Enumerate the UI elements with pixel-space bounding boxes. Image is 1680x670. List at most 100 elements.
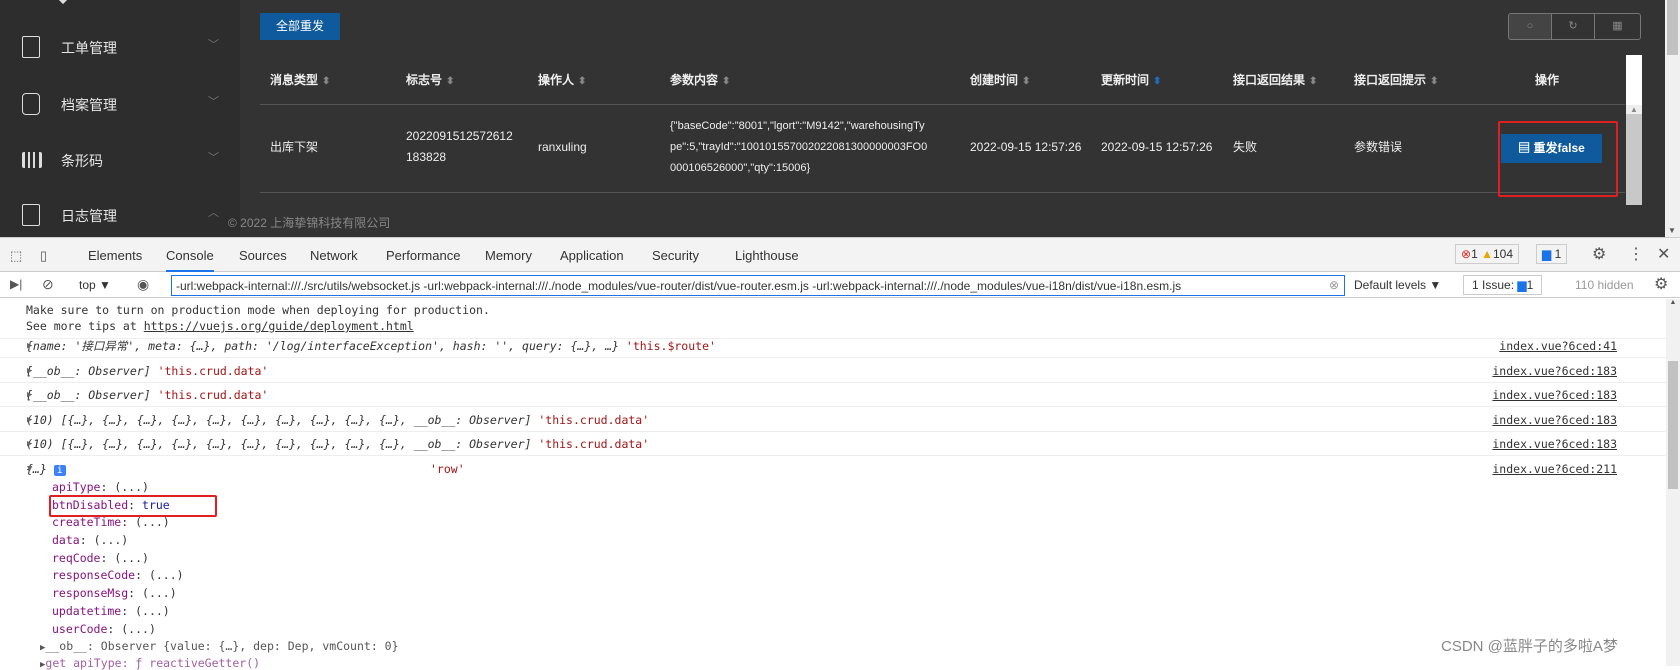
col-create-time[interactable]: 创建时间 ⬍ [970,71,1030,88]
issues-counter[interactable]: ▆ 1 [1536,244,1568,264]
expand-triangle-icon[interactable]: ▶ [27,432,32,456]
devtools-tabbar: ⬚ ▯ Elements Console Sources Network Per… [0,238,1680,272]
highlight-box [49,495,217,517]
settings-gear-icon[interactable]: ⚙ [1592,244,1606,264]
source-link[interactable]: index.vue?6ced:183 [1492,359,1617,383]
sidebar-item-barcode[interactable]: 条形码 ﹀ [0,139,240,179]
object-property: reqCode: (...) [52,551,149,565]
sidebar-item-logs[interactable]: 日志管理 ︿ [0,194,240,234]
sidebar-item-archives[interactable]: 档案管理 ﹀ [0,83,240,123]
inspect-icon[interactable]: ⬚ [10,248,22,264]
info-icon[interactable]: i [53,465,66,476]
source-link[interactable]: index.vue?6ced:183 [1492,432,1617,456]
sidebar-item-work-orders[interactable]: 工单管理 ﹀ [0,26,240,66]
chevron-up-icon: ︿ [208,207,219,219]
close-icon[interactable]: ✕ [1657,244,1670,264]
cell-update-time: 2022-09-15 12:57:26 [1101,140,1213,154]
page-scrollbar[interactable]: ▼ [1665,0,1680,237]
context-select[interactable]: top ▼ [79,278,111,292]
console-log-row[interactable]: ▶ [__ob__: Observer] 'this.crud.data' inde… [0,383,1666,407]
sort-icon[interactable]: ⬍ [722,76,730,87]
col-update-time[interactable]: 更新时间 ⬍ [1101,71,1161,88]
console-filter-input[interactable]: -url:webpack-internal:///./src/utils/web… [171,275,1345,296]
resend-all-button[interactable]: 全部重发 [260,13,340,40]
source-link[interactable]: index.vue?6ced:211 [1492,457,1617,481]
tab-performance[interactable]: Performance [386,248,460,263]
sort-icon[interactable]: ⬍ [578,76,586,87]
sidebar-toggle-icon[interactable]: ▶| [10,277,22,291]
warning-icon: ▲ [1481,247,1493,261]
collapse-triangle-icon[interactable]: ▼ [27,457,32,481]
table-scrollbar[interactable]: ▲ [1626,105,1642,205]
more-options-icon[interactable]: ⋮ [1628,244,1644,264]
clear-console-icon[interactable]: ⊘ [42,276,54,293]
console-settings-icon[interactable]: ⚙ [1654,274,1668,294]
menu-icon [55,0,71,5]
console-scrollbar[interactable]: ▲ [1666,299,1680,666]
console-log-row[interactable]: ▶ (10) [{…}, {…}, {…}, {…}, {…}, {…}, {…}… [0,432,1666,456]
col-id[interactable]: 标志号 ⬍ [406,71,454,88]
search-icon[interactable]: ○ [1508,13,1552,40]
object-property: responseMsg: (...) [52,586,177,600]
hidden-count: 110 hidden [1575,278,1634,292]
tab-network[interactable]: Network [310,248,358,263]
object-property: data: (...) [52,533,129,547]
expand-triangle-icon[interactable]: ▶ [27,408,32,432]
cell-operator: ranxuling [538,140,587,154]
sort-icon[interactable]: ⬍ [446,76,454,87]
tab-memory[interactable]: Memory [485,248,532,263]
observer-property[interactable]: ▶__ob__: Observer {value: {…}, dep: Dep,… [40,639,399,653]
refresh-icon[interactable]: ↻ [1551,13,1595,40]
col-message[interactable]: 接口返回提示 ⬍ [1354,71,1438,88]
chevron-down-icon: ﹀ [208,96,219,108]
expand-triangle-icon[interactable]: ▶ [27,383,32,407]
col-operator[interactable]: 操作人 ⬍ [538,71,586,88]
clear-filter-icon[interactable]: ⊗ [1329,278,1339,292]
tab-application[interactable]: Application [560,248,624,263]
object-property: responseCode: (...) [52,568,184,582]
issues-button[interactable]: 1 Issue: ▆1 [1463,275,1543,295]
error-icon: ⊗ [1461,247,1472,261]
source-link[interactable]: index.vue?6ced:183 [1492,408,1617,432]
console-log-row[interactable]: ▶ {name: '接口异常', meta: {…}, path: '/log/i… [0,334,1666,358]
issue-icon: ▆ [1542,247,1552,261]
devtools-panel: ⬚ ▯ Elements Console Sources Network Per… [0,237,1680,670]
console-log-row[interactable]: ▼ {…} i'row' index.vue?6ced:211 [0,457,1666,481]
sort-icon[interactable]: ⬍ [1022,76,1030,87]
cell-create-time: 2022-09-15 12:57:26 [970,140,1082,154]
live-expression-eye-icon[interactable]: ◉ [137,276,149,293]
col-params[interactable]: 参数内容 ⬍ [670,71,730,88]
sort-icon[interactable]: ⬍ [322,76,330,87]
barcode-icon [22,152,42,168]
getter-property[interactable]: ▶get apiType: ƒ reactiveGetter() [40,656,260,670]
device-toggle-icon[interactable]: ▯ [40,248,47,264]
expand-triangle-icon[interactable]: ▶ [27,359,32,383]
columns-icon[interactable]: ▦ [1594,13,1641,40]
header-gutter [1626,55,1642,105]
tab-lighthouse[interactable]: Lighthouse [735,248,799,263]
console-log-row[interactable]: ▶ (10) [{…}, {…}, {…}, {…}, {…}, {…}, {…}… [0,408,1666,432]
tab-console[interactable]: Console [166,248,214,272]
source-link[interactable]: index.vue?6ced:41 [1499,334,1617,358]
main-content: 全部重发 ○ ↻ ▦ 消息类型 ⬍ 标志号 ⬍ 操作人 ⬍ 参数内容 ⬍ 创建时间 ⬍ 更… [228,0,1665,237]
error-warning-counter[interactable]: ⊗1 ▲104 [1455,244,1520,264]
sort-icon[interactable]: ⬍ [1430,76,1438,87]
sidebar: 工单管理 ﹀ 档案管理 ﹀ 条形码 ﹀ 日志管理 ︿ [0,0,240,237]
console-toolbar: ▶| ⊘ top ▼ ◉ -url:webpack-internal:///./… [0,273,1680,298]
chevron-down-icon: ﹀ [208,152,219,164]
console-message: Make sure to turn on production mode whe… [0,299,1666,339]
expand-triangle-icon[interactable]: ▶ [27,334,32,358]
col-result[interactable]: 接口返回结果 ⬍ [1233,71,1317,88]
console-log-row[interactable]: ▶ [__ob__: Observer] 'this.crud.data' inde… [0,359,1666,383]
log-levels-select[interactable]: Default levels ▼ [1354,278,1441,292]
tab-sources[interactable]: Sources [239,248,287,263]
object-property: apiType: (...) [52,480,149,494]
source-link[interactable]: index.vue?6ced:183 [1492,383,1617,407]
col-msg-type[interactable]: 消息类型 ⬍ [270,71,330,88]
sort-asc-icon[interactable]: ⬍ [1153,76,1161,87]
tab-elements[interactable]: Elements [88,248,142,263]
sort-icon[interactable]: ⬍ [1309,76,1317,87]
tab-security[interactable]: Security [652,248,699,263]
cell-message: 参数错误 [1354,140,1403,154]
docs-link[interactable]: https://vuejs.org/guide/deployment.html [144,319,414,333]
